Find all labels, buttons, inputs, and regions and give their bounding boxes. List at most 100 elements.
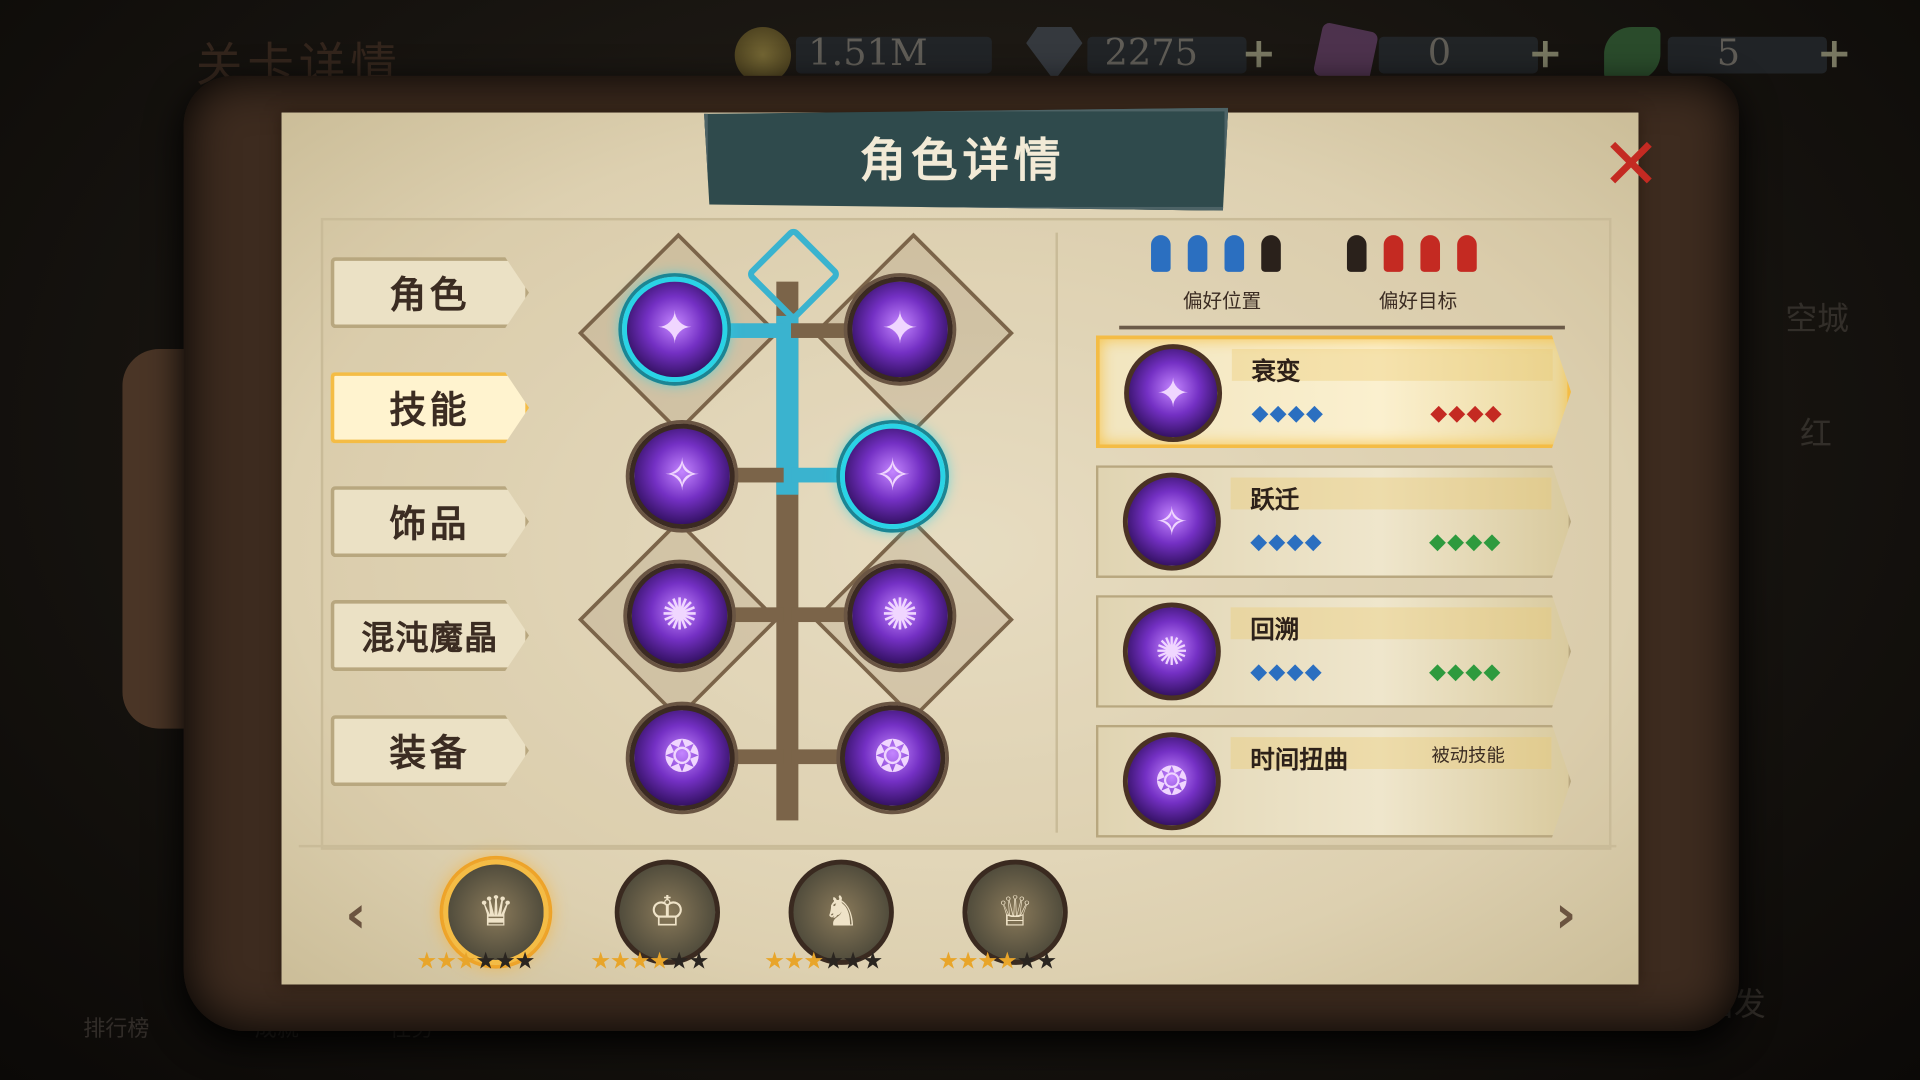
tree-branch: [729, 467, 784, 483]
gold-value: 1.51M: [808, 31, 928, 75]
jump-icon: ✧: [663, 450, 701, 501]
bg-label-1: 空城: [1785, 301, 1850, 338]
rewind-icon: ✺: [1122, 602, 1221, 701]
skill-row-rewind[interactable]: ✺ 回溯 ◆◆◆◆ ◆◆◆◆: [1095, 595, 1572, 708]
rewind-icon: ✺: [661, 590, 699, 641]
skill-row-jump[interactable]: ✧ 跃迁 ◆◆◆◆ ◆◆◆◆: [1095, 465, 1572, 578]
star-empty-icon: ★: [862, 947, 883, 975]
leaderboard-label: 排行榜: [83, 1016, 150, 1043]
skill-node-rewind-a[interactable]: ✺: [626, 563, 733, 669]
star-filled-icon: ★: [957, 947, 979, 975]
dialog-title: 角色详情: [859, 133, 1066, 188]
star-filled-icon: ★: [629, 947, 651, 975]
hero-star-rating: ★★★★★★: [938, 947, 1057, 975]
add-runes-button[interactable]: +: [1526, 33, 1565, 75]
add-leaves-button[interactable]: +: [1815, 33, 1854, 75]
passive-skill-label: 被动技能: [1431, 744, 1505, 767]
star-filled-icon: ★: [996, 947, 1018, 975]
skill-position-dots: ◆◆◆◆: [1250, 658, 1323, 685]
skill-target-dots: ◆◆◆◆: [1428, 658, 1502, 685]
jump-icon: ✧: [1122, 472, 1221, 571]
add-gems-button[interactable]: +: [1239, 33, 1278, 75]
skill-node-timewarp-a[interactable]: ❂: [629, 705, 735, 811]
skill-node-rewind-b[interactable]: ✺: [847, 563, 953, 669]
tab-chaos-crystal[interactable]: 混沌魔晶: [330, 600, 529, 672]
divider: [1055, 232, 1058, 833]
tree-branch: [729, 607, 784, 623]
star-empty-icon: ★: [842, 947, 864, 975]
pawn-icon: [1457, 235, 1477, 272]
pawn-icon: [1383, 235, 1404, 272]
pawn-icon: [1151, 235, 1171, 272]
tab-character[interactable]: 角色: [330, 257, 529, 329]
pawn-icon: [1346, 235, 1367, 272]
leaf-value: 5: [1716, 31, 1741, 75]
gold-coin-icon: [734, 26, 792, 84]
hero-star-rating: ★★★★★★: [764, 947, 883, 975]
skill-row-time-warp[interactable]: ❂ 时间扭曲 被动技能: [1095, 724, 1572, 838]
skill-node-timewarp-b[interactable]: ❂: [840, 705, 946, 811]
close-button[interactable]: ✕: [1597, 129, 1666, 201]
hero-avatar-icon: ♔: [648, 887, 687, 937]
prev-arrow-button[interactable]: ‹: [345, 884, 366, 944]
decay-icon: ✦: [1124, 344, 1223, 443]
star-filled-icon: ★: [455, 947, 477, 975]
pawn-icon: [1420, 235, 1441, 272]
skill-position-dots: ◆◆◆◆: [1251, 400, 1325, 427]
star-empty-icon: ★: [823, 947, 844, 975]
leaf-counter: 5 +: [1667, 31, 1864, 76]
next-arrow-button[interactable]: ›: [1555, 884, 1576, 944]
star-filled-icon: ★: [435, 947, 457, 975]
preferred-target-pawns: [1346, 235, 1494, 277]
skill-target-dots: ◆◆◆◆: [1430, 400, 1503, 427]
hero-star-rating: ★★★★★★: [416, 947, 536, 975]
star-filled-icon: ★: [609, 947, 631, 975]
skill-row-decay[interactable]: ✦ 衰变 ◆◆◆◆ ◆◆◆◆: [1095, 335, 1572, 449]
tree-branch: [729, 749, 784, 765]
hero-avatar-icon: ♞: [822, 887, 860, 937]
tree-branch: [791, 749, 845, 765]
star-filled-icon: ★: [803, 947, 824, 975]
timewarp-icon: ❂: [874, 732, 912, 783]
skill-target-dots: ◆◆◆◆: [1428, 528, 1502, 555]
gold-counter: 1.51M: [795, 31, 992, 76]
rune-counter: 0 +: [1378, 32, 1575, 76]
tree-branch: [791, 607, 845, 623]
star-filled-icon: ★: [590, 947, 611, 975]
star-filled-icon: ★: [783, 947, 805, 975]
star-filled-icon: ★: [764, 947, 785, 975]
skill-name: 时间扭曲: [1250, 744, 1349, 774]
timewarp-icon: ❂: [663, 732, 701, 783]
tree-branch: [791, 323, 853, 338]
skill-position-dots: ◆◆◆◆: [1250, 528, 1323, 555]
divider: [298, 844, 1617, 848]
star-empty-icon: ★: [514, 947, 536, 975]
tree-branch: [722, 323, 784, 338]
star-filled-icon: ★: [649, 947, 670, 975]
hero-avatar-icon: ♕: [996, 887, 1034, 937]
preferred-position-pawns: [1151, 235, 1298, 277]
star-empty-icon: ★: [668, 947, 690, 975]
tab-equipment[interactable]: 装备: [330, 715, 529, 787]
timewarp-icon: ❂: [1122, 732, 1221, 831]
leaf-icon: [1604, 26, 1661, 81]
skill-node-decay-b[interactable]: ✦: [847, 276, 953, 383]
decay-icon: ✦: [656, 303, 694, 354]
star-filled-icon: ★: [416, 947, 437, 975]
skill-node-jump-b[interactable]: ✧: [840, 423, 946, 529]
game-screen: 关卡详情 1.51M 2275 + 0 + 5 + 空城 红 排行榜 成就 任务…: [0, 0, 1920, 1080]
tab-skills[interactable]: 技能: [330, 372, 529, 444]
skill-node-jump-a[interactable]: ✧: [629, 423, 735, 529]
skill-node-decay-a[interactable]: ✦: [622, 276, 728, 383]
pawn-icon: [1261, 235, 1281, 272]
gem-counter: 2275 +: [1087, 32, 1283, 76]
hero-star-rating: ★★★★★★: [590, 947, 709, 975]
hero-avatar-icon: ♛: [477, 887, 515, 937]
tab-trinkets[interactable]: 饰品: [330, 486, 529, 558]
skill-name: 回溯: [1250, 614, 1300, 645]
preferred-target-label: 偏好目标: [1378, 288, 1458, 313]
star-empty-icon: ★: [688, 947, 709, 975]
decay-icon: ✦: [881, 303, 919, 354]
star-empty-icon: ★: [1036, 947, 1057, 975]
preferred-position-label: 偏好位置: [1182, 288, 1262, 313]
